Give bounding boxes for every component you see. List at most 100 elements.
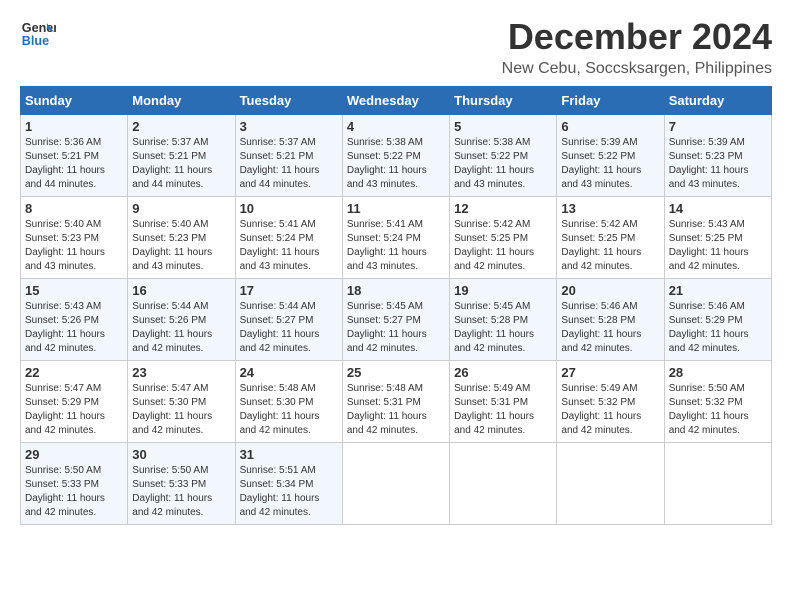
day-number: 22 [25, 365, 123, 380]
day-info: Sunrise: 5:43 AMSunset: 5:26 PMDaylight:… [25, 301, 105, 354]
calendar-table: SundayMondayTuesdayWednesdayThursdayFrid… [20, 86, 772, 525]
day-info: Sunrise: 5:39 AMSunset: 5:22 PMDaylight:… [561, 137, 641, 190]
week-row-5: 29 Sunrise: 5:50 AMSunset: 5:33 PMDaylig… [21, 443, 772, 525]
day-number: 17 [240, 283, 338, 298]
day-cell: 8 Sunrise: 5:40 AMSunset: 5:23 PMDayligh… [21, 197, 128, 279]
day-cell: 13 Sunrise: 5:42 AMSunset: 5:25 PMDaylig… [557, 197, 664, 279]
day-cell: 2 Sunrise: 5:37 AMSunset: 5:21 PMDayligh… [128, 115, 235, 197]
header-right: December 2024 New Cebu, Soccsksargen, Ph… [502, 16, 772, 78]
day-info: Sunrise: 5:50 AMSunset: 5:33 PMDaylight:… [25, 465, 105, 518]
day-info: Sunrise: 5:41 AMSunset: 5:24 PMDaylight:… [240, 219, 320, 272]
days-header-row: SundayMondayTuesdayWednesdayThursdayFrid… [21, 87, 772, 115]
day-number: 20 [561, 283, 659, 298]
day-cell: 29 Sunrise: 5:50 AMSunset: 5:33 PMDaylig… [21, 443, 128, 525]
day-cell: 7 Sunrise: 5:39 AMSunset: 5:23 PMDayligh… [664, 115, 771, 197]
day-info: Sunrise: 5:50 AMSunset: 5:32 PMDaylight:… [669, 383, 749, 436]
day-info: Sunrise: 5:42 AMSunset: 5:25 PMDaylight:… [561, 219, 641, 272]
day-info: Sunrise: 5:37 AMSunset: 5:21 PMDaylight:… [240, 137, 320, 190]
day-info: Sunrise: 5:37 AMSunset: 5:21 PMDaylight:… [132, 137, 212, 190]
day-header-thursday: Thursday [450, 87, 557, 115]
day-cell: 25 Sunrise: 5:48 AMSunset: 5:31 PMDaylig… [342, 361, 449, 443]
day-info: Sunrise: 5:39 AMSunset: 5:23 PMDaylight:… [669, 137, 749, 190]
day-cell: 21 Sunrise: 5:46 AMSunset: 5:29 PMDaylig… [664, 279, 771, 361]
day-number: 15 [25, 283, 123, 298]
day-info: Sunrise: 5:38 AMSunset: 5:22 PMDaylight:… [454, 137, 534, 190]
day-info: Sunrise: 5:41 AMSunset: 5:24 PMDaylight:… [347, 219, 427, 272]
day-cell: 23 Sunrise: 5:47 AMSunset: 5:30 PMDaylig… [128, 361, 235, 443]
day-number: 11 [347, 201, 445, 216]
day-info: Sunrise: 5:46 AMSunset: 5:28 PMDaylight:… [561, 301, 641, 354]
day-cell: 24 Sunrise: 5:48 AMSunset: 5:30 PMDaylig… [235, 361, 342, 443]
month-title: December 2024 [502, 16, 772, 58]
day-cell: 3 Sunrise: 5:37 AMSunset: 5:21 PMDayligh… [235, 115, 342, 197]
day-cell: 5 Sunrise: 5:38 AMSunset: 5:22 PMDayligh… [450, 115, 557, 197]
logo: General Blue [20, 16, 60, 52]
day-cell: 10 Sunrise: 5:41 AMSunset: 5:24 PMDaylig… [235, 197, 342, 279]
day-number: 4 [347, 119, 445, 134]
day-info: Sunrise: 5:42 AMSunset: 5:25 PMDaylight:… [454, 219, 534, 272]
day-info: Sunrise: 5:51 AMSunset: 5:34 PMDaylight:… [240, 465, 320, 518]
day-number: 10 [240, 201, 338, 216]
day-cell [557, 443, 664, 525]
day-number: 27 [561, 365, 659, 380]
week-row-1: 1 Sunrise: 5:36 AMSunset: 5:21 PMDayligh… [21, 115, 772, 197]
day-number: 8 [25, 201, 123, 216]
day-number: 31 [240, 447, 338, 462]
day-info: Sunrise: 5:49 AMSunset: 5:31 PMDaylight:… [454, 383, 534, 436]
day-number: 30 [132, 447, 230, 462]
day-number: 21 [669, 283, 767, 298]
day-info: Sunrise: 5:36 AMSunset: 5:21 PMDaylight:… [25, 137, 105, 190]
day-number: 19 [454, 283, 552, 298]
day-cell [664, 443, 771, 525]
logo-icon: General Blue [20, 16, 56, 52]
location-title: New Cebu, Soccsksargen, Philippines [502, 60, 772, 78]
day-info: Sunrise: 5:46 AMSunset: 5:29 PMDaylight:… [669, 301, 749, 354]
day-info: Sunrise: 5:48 AMSunset: 5:30 PMDaylight:… [240, 383, 320, 436]
day-cell: 22 Sunrise: 5:47 AMSunset: 5:29 PMDaylig… [21, 361, 128, 443]
day-number: 5 [454, 119, 552, 134]
week-row-2: 8 Sunrise: 5:40 AMSunset: 5:23 PMDayligh… [21, 197, 772, 279]
day-info: Sunrise: 5:44 AMSunset: 5:26 PMDaylight:… [132, 301, 212, 354]
day-cell: 14 Sunrise: 5:43 AMSunset: 5:25 PMDaylig… [664, 197, 771, 279]
day-info: Sunrise: 5:49 AMSunset: 5:32 PMDaylight:… [561, 383, 641, 436]
day-info: Sunrise: 5:40 AMSunset: 5:23 PMDaylight:… [132, 219, 212, 272]
day-header-saturday: Saturday [664, 87, 771, 115]
day-cell: 9 Sunrise: 5:40 AMSunset: 5:23 PMDayligh… [128, 197, 235, 279]
day-cell: 19 Sunrise: 5:45 AMSunset: 5:28 PMDaylig… [450, 279, 557, 361]
day-number: 3 [240, 119, 338, 134]
day-number: 16 [132, 283, 230, 298]
day-cell: 11 Sunrise: 5:41 AMSunset: 5:24 PMDaylig… [342, 197, 449, 279]
day-info: Sunrise: 5:43 AMSunset: 5:25 PMDaylight:… [669, 219, 749, 272]
day-number: 18 [347, 283, 445, 298]
day-number: 2 [132, 119, 230, 134]
day-number: 29 [25, 447, 123, 462]
day-cell: 12 Sunrise: 5:42 AMSunset: 5:25 PMDaylig… [450, 197, 557, 279]
day-cell: 6 Sunrise: 5:39 AMSunset: 5:22 PMDayligh… [557, 115, 664, 197]
day-number: 6 [561, 119, 659, 134]
day-cell: 15 Sunrise: 5:43 AMSunset: 5:26 PMDaylig… [21, 279, 128, 361]
day-info: Sunrise: 5:47 AMSunset: 5:29 PMDaylight:… [25, 383, 105, 436]
day-cell: 4 Sunrise: 5:38 AMSunset: 5:22 PMDayligh… [342, 115, 449, 197]
day-cell: 18 Sunrise: 5:45 AMSunset: 5:27 PMDaylig… [342, 279, 449, 361]
day-number: 24 [240, 365, 338, 380]
day-cell: 1 Sunrise: 5:36 AMSunset: 5:21 PMDayligh… [21, 115, 128, 197]
day-info: Sunrise: 5:47 AMSunset: 5:30 PMDaylight:… [132, 383, 212, 436]
header: General Blue December 2024 New Cebu, Soc… [20, 16, 772, 78]
day-cell: 28 Sunrise: 5:50 AMSunset: 5:32 PMDaylig… [664, 361, 771, 443]
day-cell: 27 Sunrise: 5:49 AMSunset: 5:32 PMDaylig… [557, 361, 664, 443]
day-info: Sunrise: 5:38 AMSunset: 5:22 PMDaylight:… [347, 137, 427, 190]
day-number: 28 [669, 365, 767, 380]
day-info: Sunrise: 5:44 AMSunset: 5:27 PMDaylight:… [240, 301, 320, 354]
day-info: Sunrise: 5:45 AMSunset: 5:28 PMDaylight:… [454, 301, 534, 354]
day-header-friday: Friday [557, 87, 664, 115]
day-number: 1 [25, 119, 123, 134]
day-cell: 16 Sunrise: 5:44 AMSunset: 5:26 PMDaylig… [128, 279, 235, 361]
day-number: 9 [132, 201, 230, 216]
day-cell: 30 Sunrise: 5:50 AMSunset: 5:33 PMDaylig… [128, 443, 235, 525]
day-cell: 31 Sunrise: 5:51 AMSunset: 5:34 PMDaylig… [235, 443, 342, 525]
day-cell: 17 Sunrise: 5:44 AMSunset: 5:27 PMDaylig… [235, 279, 342, 361]
day-info: Sunrise: 5:45 AMSunset: 5:27 PMDaylight:… [347, 301, 427, 354]
day-cell: 20 Sunrise: 5:46 AMSunset: 5:28 PMDaylig… [557, 279, 664, 361]
day-info: Sunrise: 5:40 AMSunset: 5:23 PMDaylight:… [25, 219, 105, 272]
day-number: 23 [132, 365, 230, 380]
